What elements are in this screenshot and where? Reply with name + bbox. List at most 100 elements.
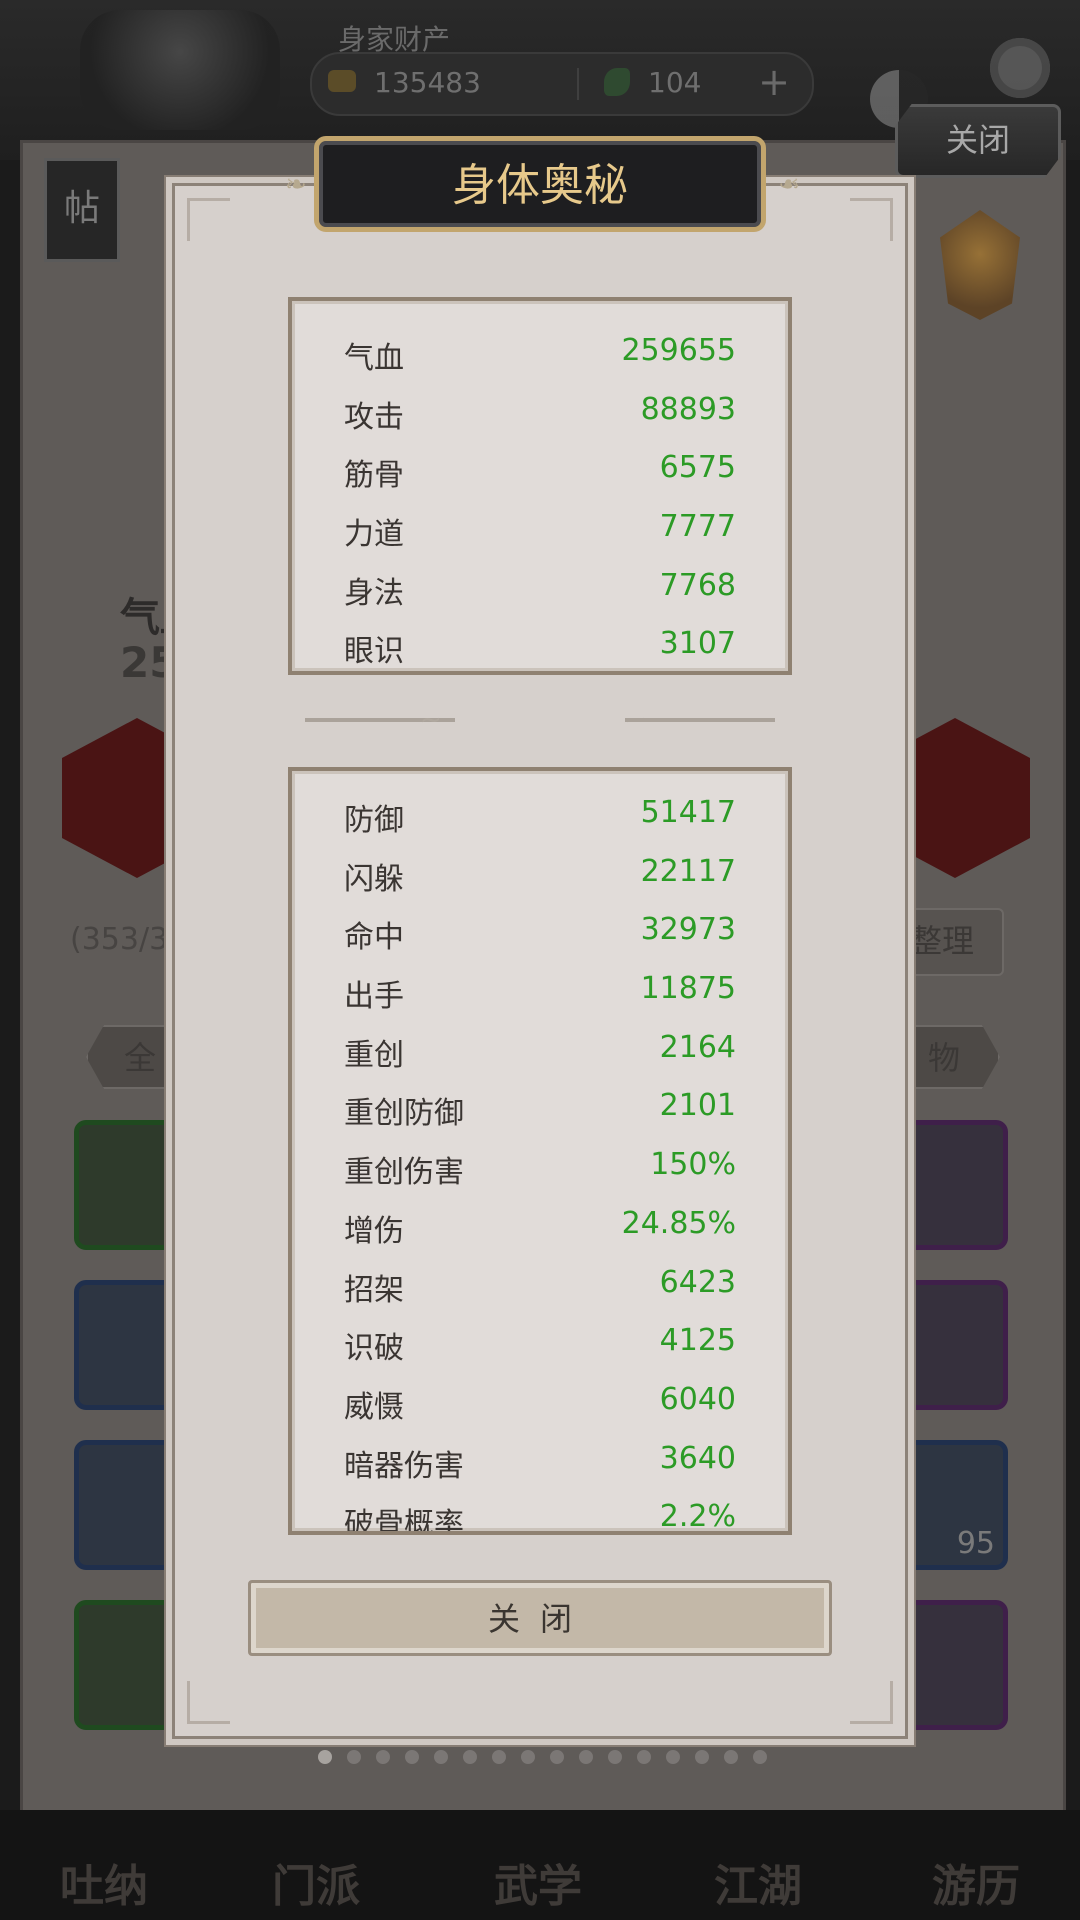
page-dot[interactable]: [521, 1750, 535, 1764]
page-dot[interactable]: [318, 1750, 332, 1764]
stat-name: 闪躲: [344, 861, 404, 897]
stat-row: 增伤 24.85%: [292, 1194, 788, 1253]
nav-travel[interactable]: 游历: [932, 1850, 1020, 1914]
stat-value: 51417: [640, 795, 736, 830]
primary-stats-panel: 气血 259655 攻击 88893 筋骨 6575 力道 7777 身法 7768 眼识 3107: [288, 297, 792, 675]
wealth-separator: [577, 68, 579, 100]
secondary-stats-panel[interactable]: 防御 51417 闪躲 22117 命中 32973 出手 11875 重创 2164 重创防御 21…: [288, 767, 792, 1535]
page-dot[interactable]: [695, 1750, 709, 1764]
coin-amount: 135483: [374, 66, 481, 99]
stat-value: 7777: [659, 509, 736, 545]
stat-row: 筋骨 6575: [292, 438, 788, 497]
stat-name: 破骨概率: [344, 1507, 464, 1535]
stat-row: 攻击 88893: [292, 380, 788, 439]
page-dot[interactable]: [666, 1750, 680, 1764]
stat-value: 32973: [640, 912, 736, 948]
corner-ornament: [850, 198, 893, 241]
stat-name: 重创: [344, 1037, 404, 1073]
stat-name: 眼识: [344, 634, 404, 670]
stat-value: 3107: [659, 626, 736, 662]
stat-row: 闪躲 22117: [292, 842, 788, 901]
bag-capacity: (353/38: [70, 922, 188, 957]
stat-name: 增伤: [344, 1213, 404, 1249]
stat-name: 重创伤害: [344, 1155, 464, 1191]
player-avatar[interactable]: [80, 10, 280, 130]
add-jade-button[interactable]: +: [758, 60, 790, 104]
divider-line: [625, 718, 775, 722]
stat-value: 88893: [640, 391, 736, 427]
close-tab-button[interactable]: 关闭: [895, 104, 1061, 178]
page-dot[interactable]: [405, 1750, 419, 1764]
nav-tuna[interactable]: 吐纳: [60, 1850, 148, 1914]
stat-value: 11875: [640, 971, 736, 1007]
stat-row: 重创伤害 150%: [292, 1135, 788, 1194]
nav-jianghu[interactable]: 江湖: [714, 1850, 802, 1914]
stat-value: 3640: [659, 1440, 736, 1476]
stat-row: 身法 7768: [292, 556, 788, 615]
divider-ornament: ~: [420, 705, 442, 735]
corner-ornament: [850, 1681, 893, 1724]
page-dot[interactable]: [492, 1750, 506, 1764]
nav-sect[interactable]: 门派: [272, 1850, 360, 1914]
page-dot[interactable]: [463, 1750, 477, 1764]
stat-value: 6423: [659, 1264, 736, 1300]
stat-name: 身法: [344, 575, 404, 611]
close-button[interactable]: 关闭: [248, 1580, 832, 1656]
stat-value: 150%: [650, 1147, 736, 1183]
page-dot[interactable]: [637, 1750, 651, 1764]
jade-amount: 104: [648, 66, 702, 99]
stat-name: 攻击: [344, 399, 404, 435]
stat-value: 259655: [621, 333, 736, 368]
title-right-ornament: ❧: [778, 170, 800, 200]
gold-ingot-icon: [328, 70, 356, 92]
stat-name: 招架: [344, 1272, 404, 1308]
page-dot[interactable]: [608, 1750, 622, 1764]
stat-row: 威慑 6040: [292, 1370, 788, 1429]
stat-name: 威慑: [344, 1389, 404, 1425]
page-dot[interactable]: [550, 1750, 564, 1764]
nav-martial[interactable]: 武学: [494, 1850, 582, 1914]
dialog-title: 身体奥秘: [314, 136, 766, 232]
stat-name: 力道: [344, 517, 404, 553]
stat-name: 出手: [344, 979, 404, 1015]
jade-icon: [604, 68, 630, 96]
stat-name: 识破: [344, 1331, 404, 1367]
post-tag-button[interactable]: 帖: [44, 158, 120, 262]
stat-row: 暗器伤害 3640: [292, 1429, 788, 1488]
stat-row: 识破 4125: [292, 1311, 788, 1370]
slot-count: 95: [956, 1526, 995, 1561]
page-dot[interactable]: [434, 1750, 448, 1764]
stat-value: 7768: [659, 567, 736, 603]
stat-name: 暗器伤害: [344, 1448, 464, 1484]
stat-value: 6040: [659, 1381, 736, 1417]
stat-row: 重创防御 2101: [292, 1076, 788, 1135]
stat-name: 命中: [344, 920, 404, 956]
stat-value: 4125: [659, 1323, 736, 1359]
stat-row: 气血 259655: [292, 321, 788, 380]
wealth-bar: 135483 104 +: [310, 52, 814, 116]
stat-value: 2101: [659, 1088, 736, 1124]
stat-value: 2164: [659, 1029, 736, 1065]
page-dot[interactable]: [376, 1750, 390, 1764]
page-dot[interactable]: [724, 1750, 738, 1764]
page-dot[interactable]: [579, 1750, 593, 1764]
stat-row: 命中 32973: [292, 900, 788, 959]
stat-name: 重创防御: [344, 1096, 464, 1132]
game-screen: 身家财产 135483 104 + 关闭 帖 气血 259655 (353/38…: [0, 0, 1080, 1920]
stat-row: 防御 51417: [292, 783, 788, 842]
stat-row: 招架 6423: [292, 1253, 788, 1312]
page-dot[interactable]: [753, 1750, 767, 1764]
stat-name: 气血: [344, 341, 404, 376]
stat-value: 6575: [659, 450, 736, 486]
stat-row: 力道 7777: [292, 497, 788, 556]
stat-value: 24.85%: [621, 1205, 736, 1241]
stat-row: 眼识 3107: [292, 614, 788, 671]
stat-row: 出手 11875: [292, 959, 788, 1018]
stat-value: 22117: [640, 853, 736, 889]
settings-gear-icon[interactable]: [990, 38, 1050, 98]
stat-value: 2.2%: [659, 1499, 736, 1535]
page-dot[interactable]: [347, 1750, 361, 1764]
corner-ornament: [187, 1681, 230, 1724]
stat-name: 筋骨: [344, 458, 404, 494]
stat-row: 破骨概率 2.2%: [292, 1487, 788, 1535]
